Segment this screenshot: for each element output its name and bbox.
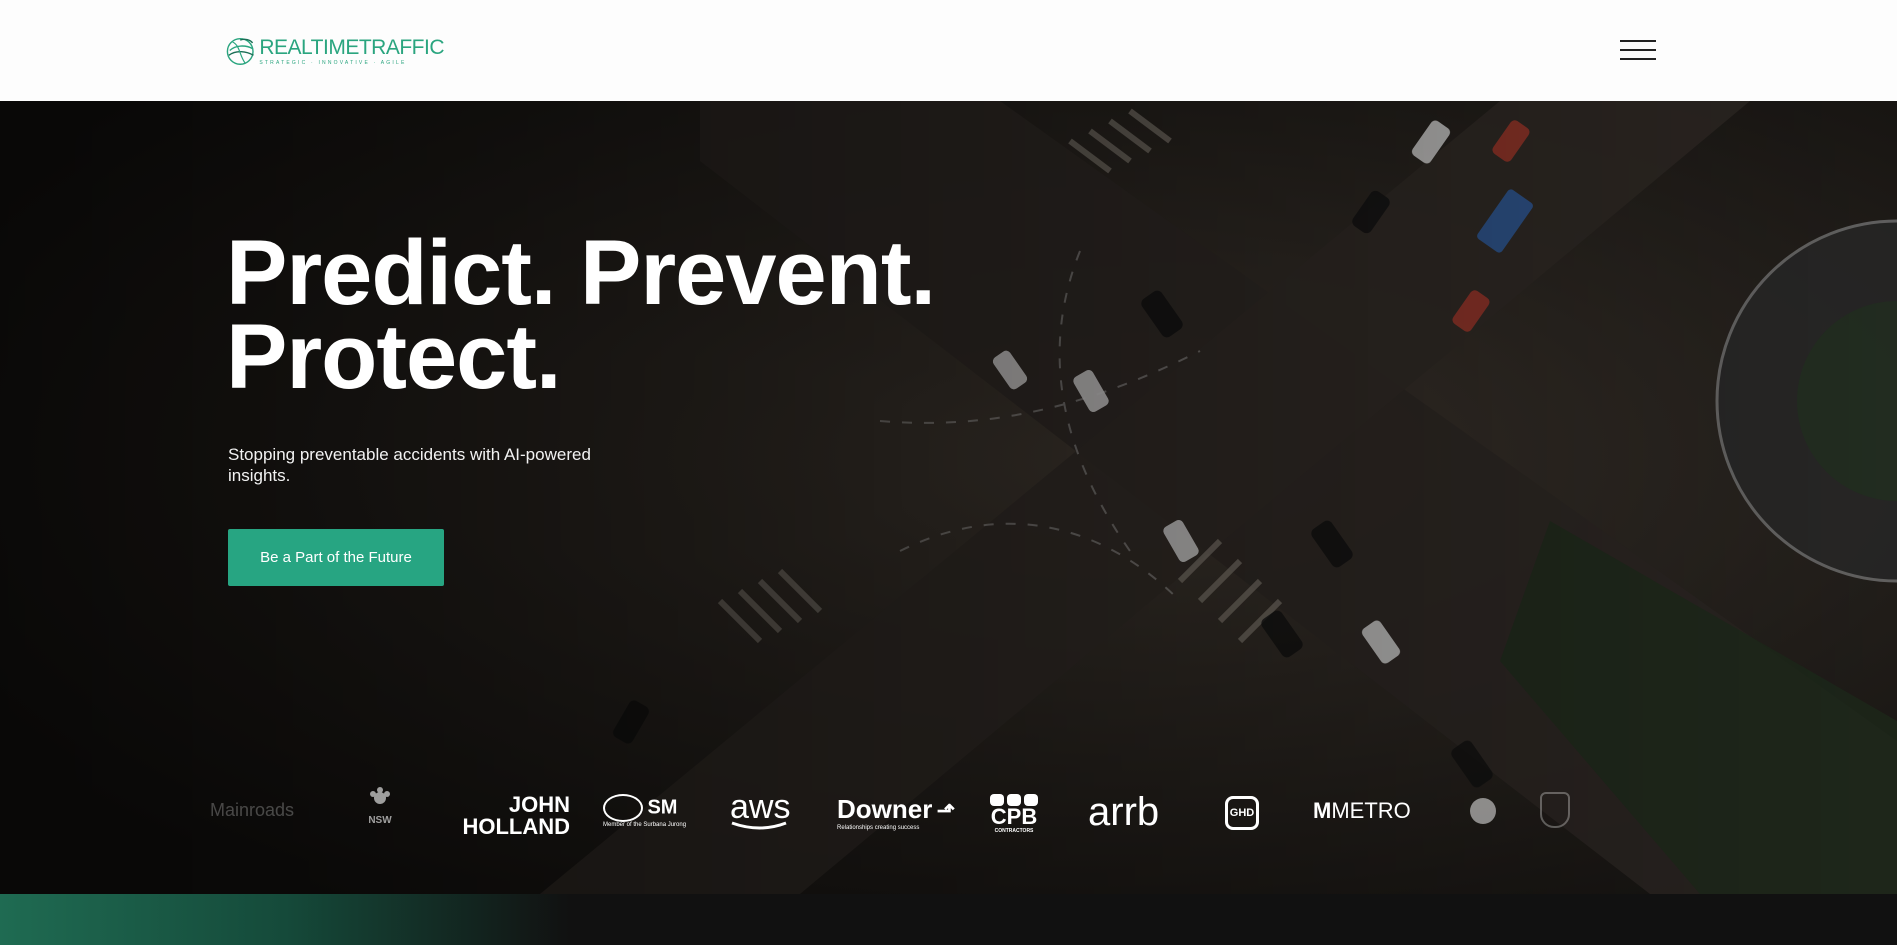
- waratah-icon: [370, 787, 390, 804]
- realtimetraffic-logo[interactable]: REALTIMETRAFFIC STRATEGIC · INNOVATIVE ·…: [226, 20, 444, 82]
- partner-logo-sm: SM Member of the Surbana Jurong: [603, 794, 686, 828]
- logo-tagline: STRATEGIC · INNOVATIVE · AGILE: [259, 59, 407, 66]
- site-header: REALTIMETRAFFIC STRATEGIC · INNOVATIVE ·…: [0, 0, 1897, 101]
- partner-logo-nsw: NSW: [360, 786, 400, 826]
- hamburger-menu-icon[interactable]: [1620, 38, 1656, 62]
- metro-m-icon: M: [1313, 798, 1332, 823]
- hero-headline: Predict. Prevent. Protect.: [226, 227, 946, 403]
- crest-icon: [1540, 792, 1570, 828]
- be-part-of-future-button[interactable]: Be a Part of the Future: [228, 529, 444, 586]
- partner-logo-metro: MMETRO: [1313, 798, 1411, 823]
- partner-logo-arrb: arrb: [1088, 790, 1160, 834]
- logo-wordmark: REALTIMETRAFFIC: [259, 35, 444, 59]
- partner-logo-cpb: CPB CONTRACTORS: [990, 794, 1038, 834]
- partner-logo-john-holland: JOHN HOLLAND: [462, 792, 570, 839]
- hero-subtitle: Stopping preventable accidents with AI-p…: [228, 445, 591, 485]
- hero-headline-line2: Protect.: [226, 306, 562, 408]
- telstra-t-icon: [1470, 798, 1496, 824]
- partner-logo-downer: Downer ⬏ Relationships creating success: [837, 794, 956, 831]
- partner-logo-mainroads: Mainroads: [210, 800, 295, 820]
- partner-logo-aws: aws: [730, 788, 790, 831]
- partner-logo-telstra: [1470, 798, 1496, 829]
- partner-logo-ghd: GHD: [1225, 796, 1259, 830]
- globe-logo-icon: [226, 37, 254, 65]
- hero-section: Predict. Prevent. Protect. Stopping prev…: [0, 101, 1897, 894]
- next-section-band: [0, 894, 1897, 945]
- downer-arrow-icon: ⬏: [936, 798, 956, 823]
- partner-logo-wa-government: [1540, 792, 1570, 833]
- globe-icon: [603, 794, 643, 822]
- partner-logos-strip: Mainroads NSW JOHN HOLLAND SM Member of …: [210, 786, 1610, 846]
